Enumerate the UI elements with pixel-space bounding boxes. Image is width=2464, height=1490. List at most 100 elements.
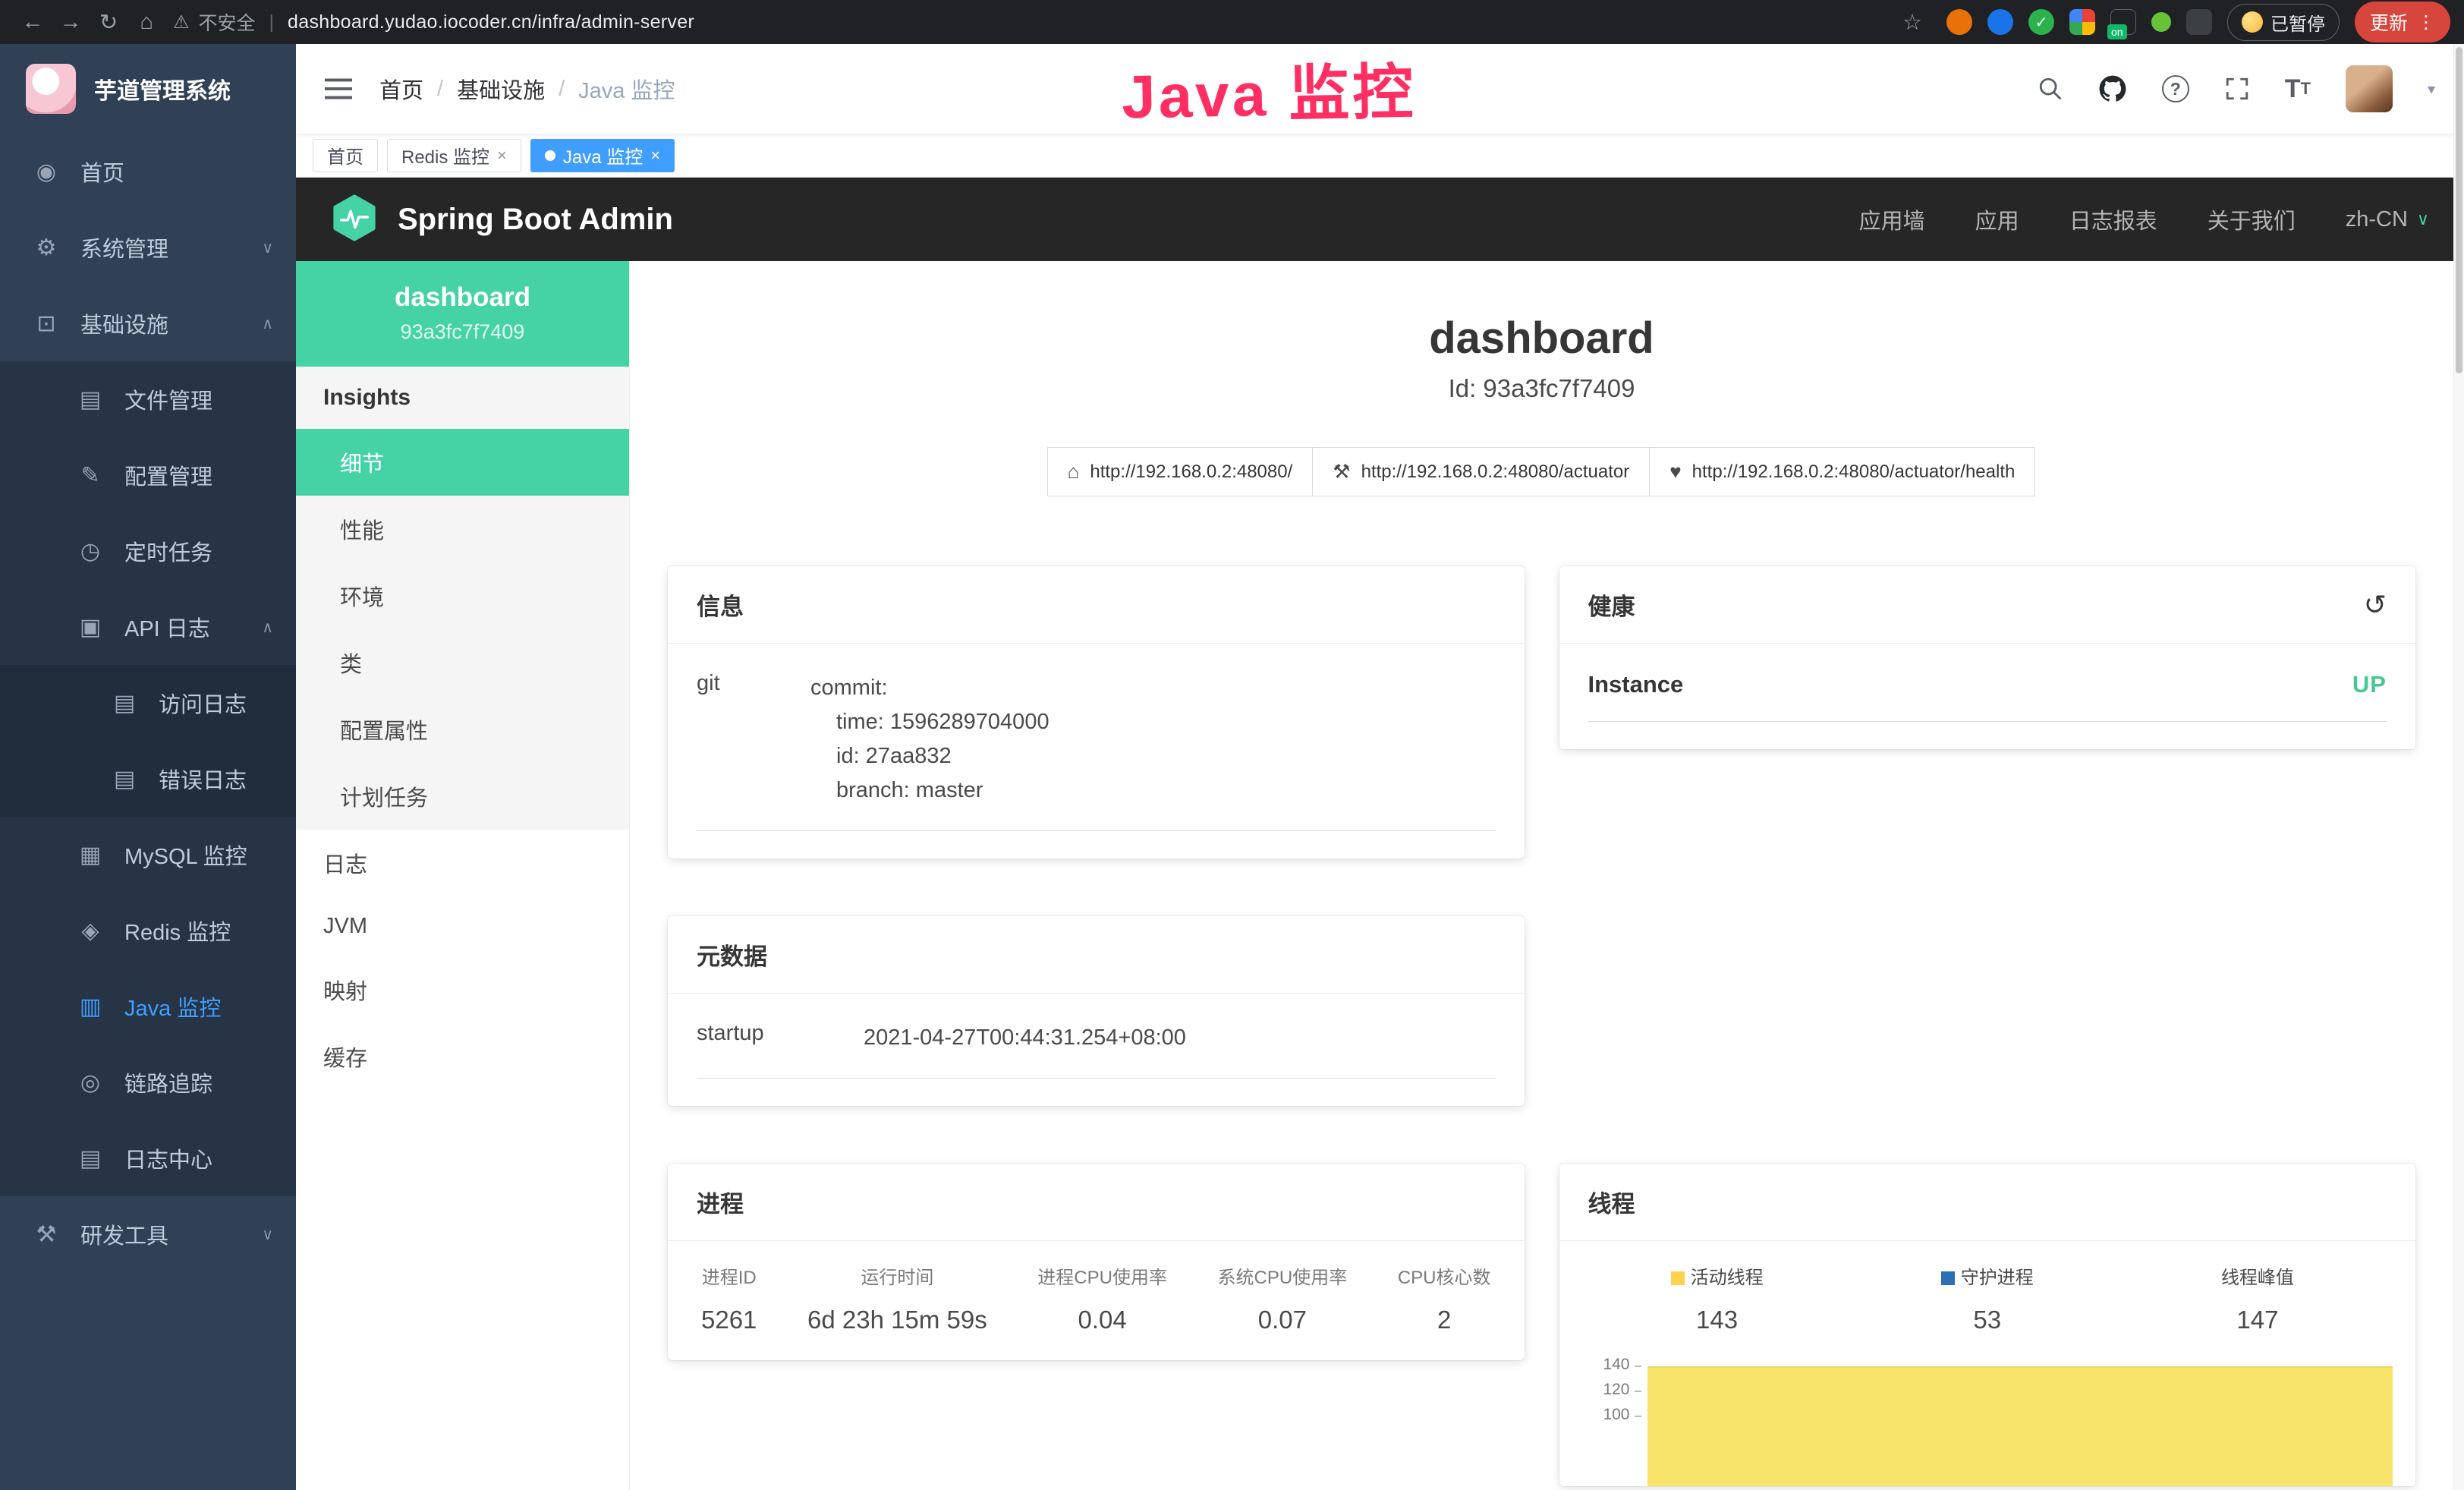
help-icon[interactable]: ? [2162,75,2189,102]
legend-active-threads: 活动线程 143 [1582,1262,1852,1334]
emoji-face-icon [2242,11,2263,33]
back-icon[interactable]: ← [14,5,52,39]
history-icon[interactable]: ↺ [2364,589,2387,621]
sba-menu-classes[interactable]: 类 [296,629,629,696]
extension-5-icon[interactable]: on [2110,9,2136,35]
paused-badge[interactable]: 已暂停 [2227,4,2340,41]
sba-instance-header[interactable]: dashboard 93a3fc7f7409 [296,261,629,367]
hamburger-icon[interactable] [325,77,352,100]
health-instance-row[interactable]: Instance UP [1588,671,2387,722]
locale-select[interactable]: zh-CN ∨ [2346,207,2429,232]
sidebar-item-label: 日志中心 [124,1142,212,1174]
sba-menu-environment[interactable]: 环境 [296,562,629,629]
sba-menu-mappings[interactable]: 映射 [296,956,629,1023]
extension-7-icon[interactable] [2186,9,2212,35]
sba-menu-config-properties[interactable]: 配置属性 [296,696,629,763]
browser-home-icon[interactable]: ⌂ [127,5,165,39]
health-url-link[interactable]: ♥ http://192.168.0.2:48080/actuator/heal… [1649,447,2035,496]
sba-menu-logs[interactable]: 日志 [296,830,629,896]
sba-menu-scheduled-tasks[interactable]: 计划任务 [296,763,629,830]
fullscreen-icon[interactable] [2224,76,2250,102]
sidebar-item-scheduled-tasks[interactable]: ◷ 定时任务 [0,513,296,589]
reload-icon[interactable]: ↻ [90,5,127,39]
scrollbar-thumb[interactable] [2456,47,2462,373]
sidebar-item-dev-tools[interactable]: ⚒ 研发工具 ∨ [0,1196,296,1272]
sidebar-item-home[interactable]: ◉ 首页 [0,134,296,209]
sba-nav-about[interactable]: 关于我们 [2208,203,2296,235]
extension-4-icon[interactable] [2069,9,2095,35]
sidebar-item-error-log[interactable]: ▤ 错误日志 [0,741,296,817]
close-tab-icon[interactable]: × [650,146,660,165]
sidebar-item-config-management[interactable]: ✎ 配置管理 [0,437,296,513]
breadcrumb-separator: / [437,77,443,102]
java-icon: ▥ [76,994,105,1020]
sidebar-item-system-management[interactable]: ⚙ 系统管理 ∨ [0,209,296,285]
sidebar-item-label: 错误日志 [159,763,247,795]
threads-chart: 140 120 100 [1582,1357,2393,1486]
instance-links: ⌂ http://192.168.0.2:48080/ ⚒ http://192… [630,447,2453,496]
chevron-down-icon: ∨ [262,1225,273,1244]
legend-value: 143 [1582,1306,1852,1334]
sidebar-item-redis-monitor[interactable]: ◈ Redis 监控 [0,893,296,969]
sidebar-item-infrastructure[interactable]: ⊡ 基础设施 ∧ [0,285,296,361]
legend-swatch-yellow [1671,1271,1685,1285]
sidebar-item-trace[interactable]: ◎ 链路追踪 [0,1044,296,1120]
sba-menu-caches[interactable]: 缓存 [296,1023,629,1090]
process-card: 进程 进程ID 5261 运行时间 6d 23h 15m 59s 进程CPU使用… [668,1164,1525,1360]
bookmark-star-icon[interactable]: ☆ [1893,5,1931,39]
sba-menu-jvm[interactable]: JVM [296,896,629,956]
sba-menu-details[interactable]: 细节 [296,429,629,496]
update-button[interactable]: 更新 ⋮ [2355,2,2450,43]
breadcrumb-infrastructure[interactable]: 基础设施 [457,73,545,105]
tab-home[interactable]: 首页 [313,139,378,172]
sidebar-item-api-log[interactable]: ▣ API 日志 ∧ [0,589,296,665]
sba-nav-wallboard[interactable]: 应用墙 [1859,203,1925,235]
info-git-row: git commit: time: 1596289704000 id: 27aa… [697,671,1496,831]
chevron-up-icon: ∧ [262,314,273,333]
actuator-url-link[interactable]: ⚒ http://192.168.0.2:48080/actuator [1312,447,1650,496]
chevron-down-icon[interactable]: ▾ [2428,80,2435,99]
user-avatar[interactable] [2346,65,2393,112]
sidebar-item-java-monitor[interactable]: ▥ Java 监控 [0,969,296,1044]
sidebar-item-label: 定时任务 [124,535,212,567]
access-log-icon: ▤ [110,690,139,717]
mysql-icon: ▦ [76,842,105,868]
service-url-link[interactable]: ⌂ http://192.168.0.2:48080/ [1047,447,1314,496]
font-size-icon[interactable]: TT [2285,74,2311,104]
annotation-text: Java 监控 [1121,43,1417,137]
extension-1-icon[interactable] [1946,9,1972,35]
sidebar-item-access-log[interactable]: ▤ 访问日志 [0,665,296,741]
close-tab-icon[interactable]: × [497,146,507,165]
sidebar-item-file-management[interactable]: ▤ 文件管理 [0,361,296,437]
sidebar-item-mysql-monitor[interactable]: ▦ MySQL 监控 [0,817,296,893]
health-card-header: 健康 ↺ [1559,566,2416,644]
instance-id-line: Id: 93a3fc7f7409 [630,374,2453,403]
metadata-card: 元数据 startup 2021-04-27T00:44:31.254+08:0… [668,916,1525,1106]
tab-redis-monitor[interactable]: Redis 监控 × [387,139,521,172]
breadcrumb-home[interactable]: 首页 [379,73,423,105]
status-badge: UP [2352,671,2387,698]
extension-3-icon[interactable]: ✓ [2028,9,2054,35]
search-icon[interactable] [2038,76,2063,102]
card-title: 线程 [1588,1185,1635,1219]
spring-boot-admin-logo [331,194,378,245]
breadcrumb: 首页 / 基础设施 / Java 监控 [379,73,675,105]
tab-java-monitor[interactable]: Java 监控 × [530,139,675,172]
instance-title: dashboard [630,313,2453,364]
extension-6-icon[interactable] [2151,12,2171,32]
github-icon[interactable] [2098,74,2127,103]
extension-2-icon[interactable] [1987,9,2013,35]
tags-view-bar: 首页 Redis 监控 × Java 监控 × [296,134,2464,178]
url-text[interactable]: dashboard.yudao.iocoder.cn/infra/admin-s… [288,11,694,33]
sba-nav-journal[interactable]: 日志报表 [2069,203,2157,235]
forward-icon[interactable]: → [52,5,90,39]
api-log-icon: ▣ [76,614,105,641]
card-title: 信息 [697,587,744,622]
sba-section-insights: Insights [296,367,629,429]
sba-menu-performance[interactable]: 性能 [296,496,629,562]
y-tick: 100 [1603,1407,1641,1422]
sidebar-item-log-center[interactable]: ▤ 日志中心 [0,1120,296,1196]
app-logo-block[interactable]: 芋道管理系统 [0,44,296,134]
sba-nav-applications[interactable]: 应用 [1975,203,2019,235]
address-bar[interactable]: ⚠ 不安全 | dashboard.yudao.iocoder.cn/infra… [173,8,1893,36]
